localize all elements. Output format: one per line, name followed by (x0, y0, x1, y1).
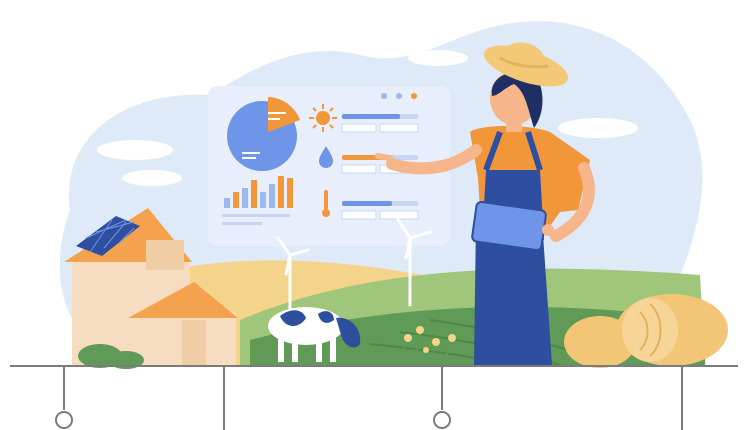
timeline (10, 365, 738, 430)
farm-dashboard-illustration (10, 21, 738, 430)
illustration-scene (0, 0, 748, 430)
sun-icon (309, 104, 337, 132)
